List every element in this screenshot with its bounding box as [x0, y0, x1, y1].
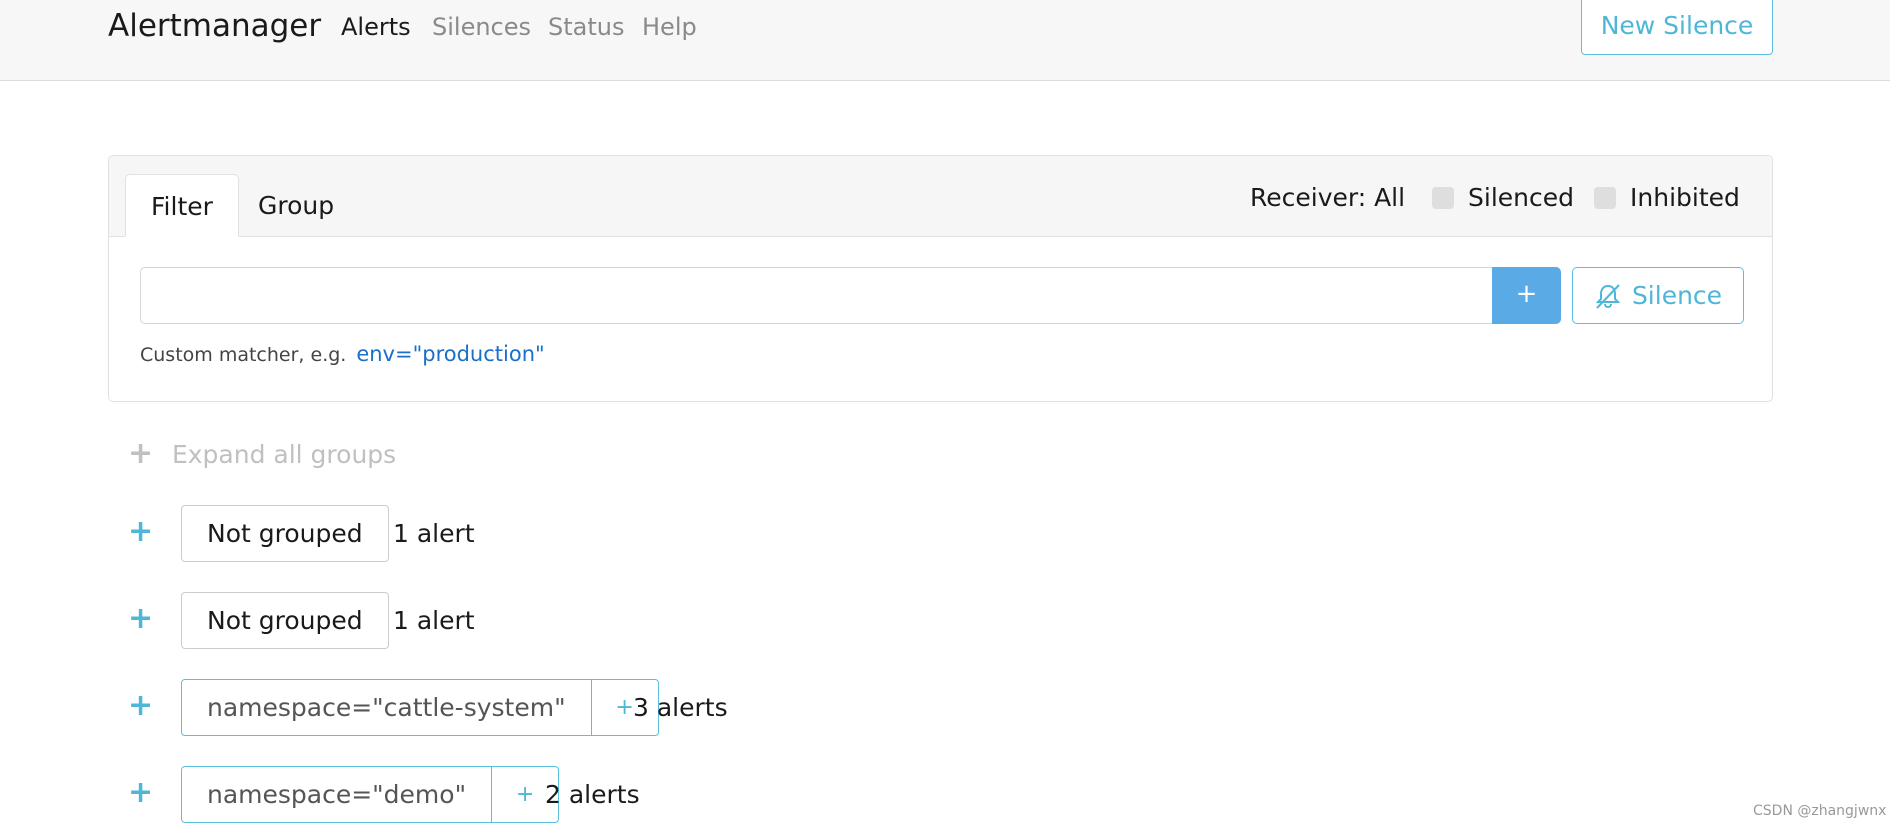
matcher-hint: Custom matcher, e.g. env="production": [140, 339, 545, 370]
nav-link-status[interactable]: Status: [548, 10, 624, 44]
tab-group[interactable]: Group: [233, 174, 359, 237]
navbar: Alertmanager Alerts Silences Status Help…: [0, 0, 1890, 81]
matcher-hint-text: Custom matcher, e.g.: [140, 344, 347, 366]
new-silence-button[interactable]: New Silence: [1581, 0, 1773, 55]
expand-all-groups[interactable]: + Expand all groups: [128, 437, 396, 472]
add-matcher-button[interactable]: +: [1492, 267, 1561, 324]
expand-group-icon[interactable]: +: [128, 602, 153, 636]
silence-button[interactable]: Silence: [1572, 267, 1744, 324]
expand-group-icon[interactable]: +: [128, 515, 153, 549]
expand-group-icon[interactable]: +: [128, 689, 153, 723]
receiver-select[interactable]: Receiver: All: [1250, 181, 1405, 215]
nav-link-alerts[interactable]: Alerts: [341, 10, 411, 44]
brand-title[interactable]: Alertmanager: [108, 6, 321, 46]
filter-card-header: Filter Group Receiver: All Silenced Inhi…: [109, 156, 1772, 237]
silence-button-label: Silence: [1631, 281, 1723, 310]
group-matcher-label[interactable]: namespace="demo": [182, 767, 493, 822]
inhibited-checkbox-box[interactable]: [1594, 187, 1616, 209]
silenced-checkbox-label: Silenced: [1468, 183, 1574, 212]
group-matcher: namespace="cattle-system" +: [181, 679, 659, 736]
plus-icon: +: [128, 436, 154, 471]
inhibited-checkbox-label: Inhibited: [1630, 183, 1740, 212]
alert-count: 3 alerts: [633, 693, 728, 722]
nav-link-silences[interactable]: Silences: [432, 10, 531, 44]
nav-link-help[interactable]: Help: [642, 10, 697, 44]
alert-count: 1 alert: [393, 606, 475, 635]
group-matcher-label[interactable]: namespace="cattle-system": [182, 680, 592, 735]
group-label[interactable]: Not grouped: [181, 592, 389, 649]
expand-all-label: Expand all groups: [171, 440, 397, 469]
expand-group-icon[interactable]: +: [128, 776, 153, 810]
bell-slash-icon: [1595, 284, 1621, 309]
silenced-checkbox-box[interactable]: [1432, 187, 1454, 209]
tab-filter[interactable]: Filter: [125, 174, 239, 237]
group-matcher: namespace="demo" +: [181, 766, 560, 823]
alert-count: 2 alerts: [545, 780, 640, 809]
silenced-checkbox[interactable]: Silenced: [1432, 181, 1574, 215]
inhibited-checkbox[interactable]: Inhibited: [1594, 181, 1740, 215]
watermark: CSDN @zhangjwnx: [1753, 803, 1887, 819]
filter-card: Filter Group Receiver: All Silenced Inhi…: [108, 155, 1773, 402]
alert-count: 1 alert: [393, 519, 475, 548]
filter-input[interactable]: [140, 267, 1492, 324]
group-label[interactable]: Not grouped: [181, 505, 389, 562]
matcher-hint-example[interactable]: env="production": [356, 342, 544, 366]
